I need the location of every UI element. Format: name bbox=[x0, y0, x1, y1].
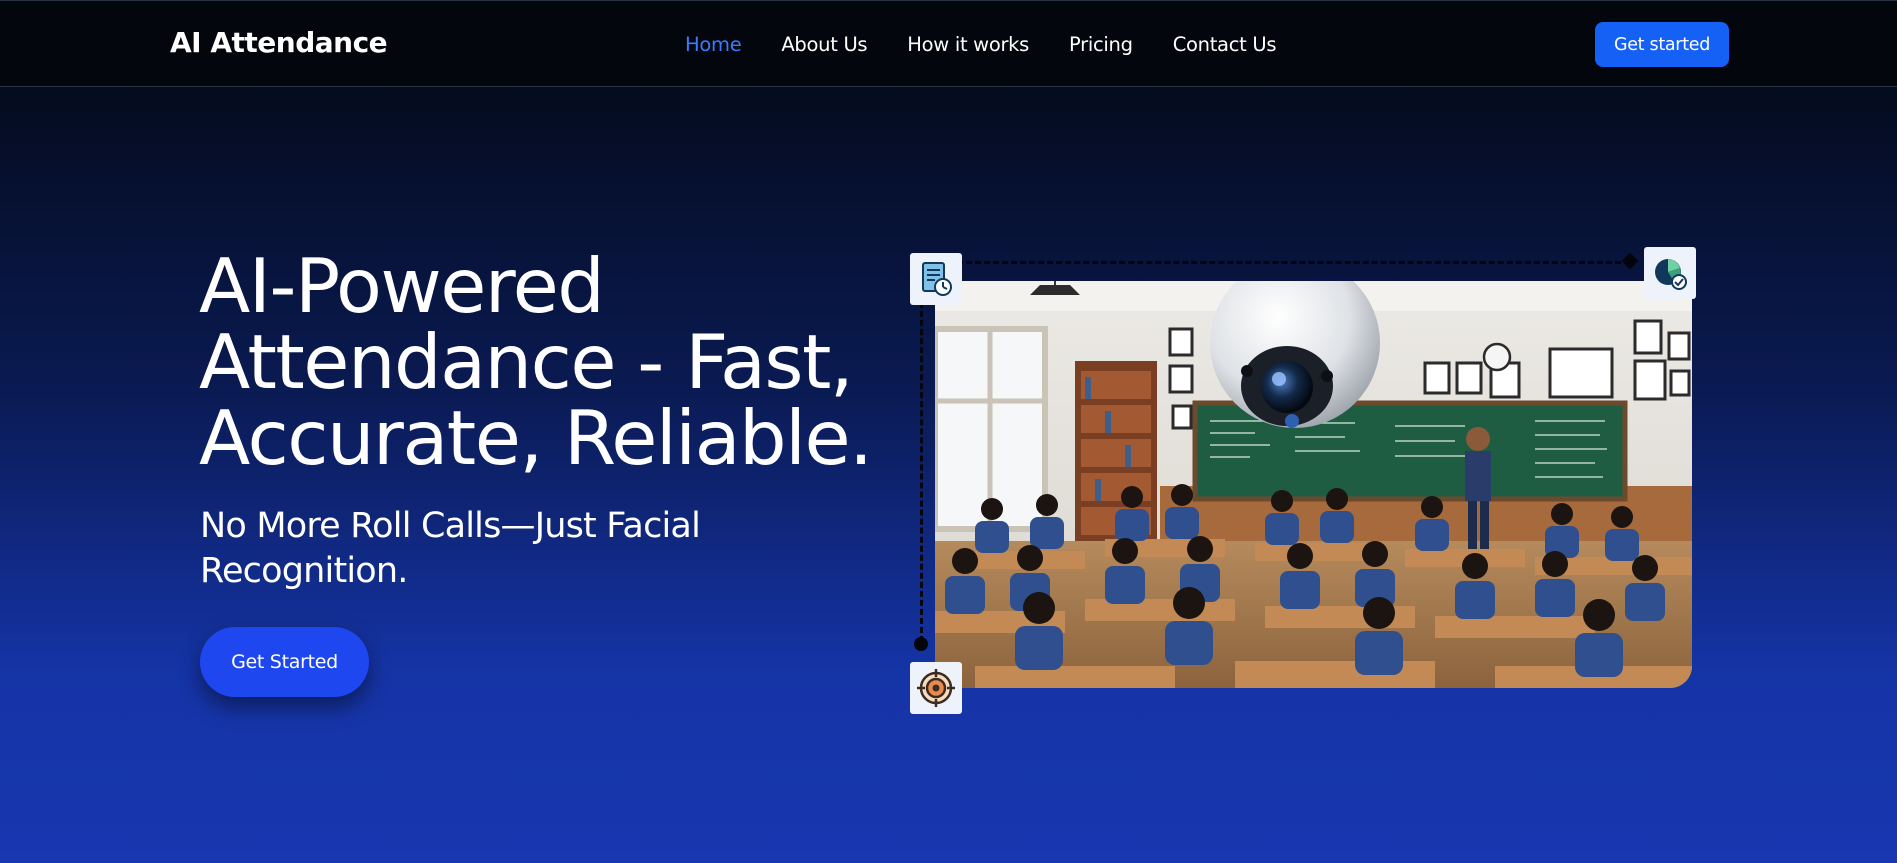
nav-link-contact-us[interactable]: Contact Us bbox=[1173, 33, 1277, 56]
decorative-diamond bbox=[1621, 252, 1639, 270]
nav-link-home[interactable]: Home bbox=[685, 33, 742, 56]
decorative-dot bbox=[914, 637, 928, 651]
get-started-nav-button[interactable]: Get started bbox=[1595, 22, 1729, 67]
document-clock-icon bbox=[910, 253, 962, 305]
hero-subtitle: No More Roll Calls—Just Facial Recogniti… bbox=[200, 506, 701, 591]
chart-check-icon bbox=[1644, 247, 1696, 299]
nav-link-about-us[interactable]: About Us bbox=[781, 33, 867, 56]
navbar: AI Attendance Home About Us How it works… bbox=[0, 0, 1897, 87]
hero-title: AI-Powered Attendance - Fast, Accurate, … bbox=[199, 242, 873, 482]
get-started-hero-button[interactable]: Get Started bbox=[200, 627, 369, 697]
classroom-camera-illustration bbox=[935, 281, 1692, 688]
brand-logo[interactable]: AI Attendance bbox=[170, 26, 388, 59]
nav-links: Home About Us How it works Pricing Conta… bbox=[685, 33, 1316, 56]
nav-link-how-it-works[interactable]: How it works bbox=[907, 33, 1029, 56]
target-icon bbox=[910, 662, 962, 714]
decorative-dashed-line-top bbox=[930, 261, 1630, 264]
nav-link-pricing[interactable]: Pricing bbox=[1069, 33, 1133, 56]
decorative-dashed-line-left bbox=[920, 302, 923, 642]
